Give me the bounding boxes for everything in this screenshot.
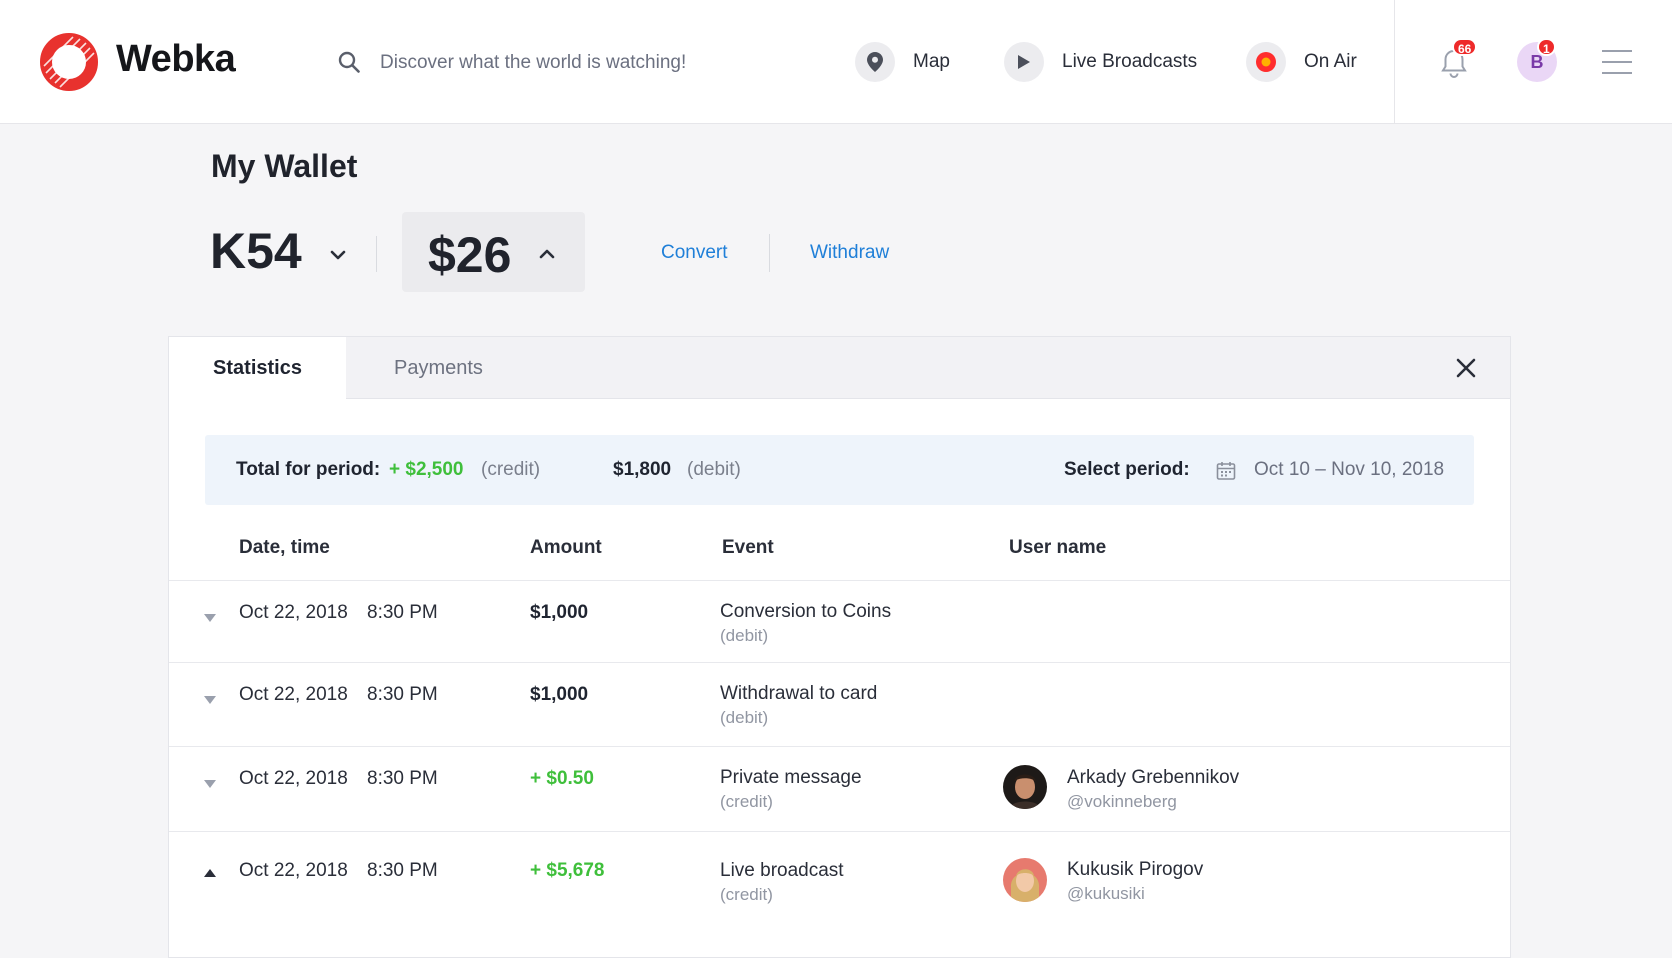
row-event-type: (credit) (720, 885, 773, 904)
column-header-user: User name (1009, 537, 1107, 558)
close-icon[interactable] (1455, 357, 1477, 379)
user-photo-avatar[interactable] (1003, 858, 1047, 902)
row-date: Oct 22, 2018 (239, 602, 348, 623)
row-event: Conversion to Coins (720, 601, 892, 622)
expand-down-icon[interactable] (203, 613, 217, 623)
row-time: 8:30 PM (367, 860, 438, 881)
row-date: Oct 22, 2018 (239, 684, 348, 705)
search-icon (338, 51, 360, 73)
total-debit-amount: $1,800 (613, 459, 672, 480)
table-row[interactable]: Oct 22, 2018 8:30 PM $1,000 Conversion t… (169, 580, 1510, 663)
page-title: My Wallet (211, 148, 358, 184)
expand-down-icon[interactable] (203, 695, 217, 705)
tab-statistics[interactable]: Statistics (169, 337, 346, 399)
row-event: Withdrawal to card (720, 683, 878, 704)
row-date: Oct 22, 2018 (239, 860, 348, 881)
statistics-panel: Statistics Payments Total for period: + … (168, 336, 1511, 958)
on-air-icon (1246, 42, 1286, 82)
row-user-name[interactable]: Arkady Grebennikov (1067, 767, 1239, 789)
chevron-up-icon[interactable] (537, 244, 557, 264)
nav-map-label: Map (913, 51, 950, 72)
nav-on-air[interactable]: On Air (1246, 42, 1357, 82)
calendar-icon[interactable] (1216, 461, 1236, 481)
map-pin-icon (855, 42, 895, 82)
row-time: 8:30 PM (367, 684, 438, 705)
tab-payments[interactable]: Payments (394, 337, 483, 399)
user-photo-avatar[interactable] (1003, 765, 1047, 809)
hamburger-menu-icon[interactable] (1602, 50, 1632, 74)
header-divider (1394, 0, 1395, 123)
row-amount: $1,000 (530, 602, 589, 623)
top-header: Webka Map Live Broadcasts On Air 66 B 1 (0, 0, 1672, 124)
row-amount: $1,000 (530, 684, 589, 705)
column-header-date: Date, time (239, 537, 330, 558)
nav-on-air-label: On Air (1304, 51, 1357, 72)
coins-balance: K54 (210, 223, 302, 279)
column-header-event: Event (722, 537, 774, 558)
row-user-handle[interactable]: @vokinneberg (1067, 792, 1177, 812)
notifications-badge: 66 (1452, 38, 1478, 56)
row-event: Private message (720, 767, 862, 788)
table-row[interactable]: Oct 22, 2018 8:30 PM + $5,678 Live broad… (169, 831, 1510, 958)
expand-down-icon[interactable] (203, 779, 217, 789)
brand-name[interactable]: Webka (116, 38, 236, 81)
row-amount: + $0.50 (530, 768, 594, 789)
webka-logo-icon[interactable] (40, 33, 98, 91)
usd-balance: $26 (428, 227, 512, 283)
row-event: Live broadcast (720, 860, 844, 881)
total-credit-tag: (credit) (481, 459, 541, 480)
period-summary: Total for period: + $2,500 (credit) $1,8… (205, 435, 1474, 505)
total-debit-tag: (debit) (687, 459, 741, 480)
chevron-down-icon[interactable] (328, 245, 348, 265)
total-label: Total for period: (236, 459, 381, 480)
row-user-name[interactable]: Kukusik Pirogov (1067, 859, 1203, 881)
actions-divider (769, 234, 770, 272)
table-row[interactable]: Oct 22, 2018 8:30 PM $1,000 Withdrawal t… (169, 662, 1510, 747)
row-user-handle[interactable]: @kukusiki (1067, 884, 1145, 904)
row-date: Oct 22, 2018 (239, 768, 348, 789)
usd-balance-box[interactable]: $26 (402, 212, 585, 292)
tab-bar: Statistics Payments (169, 337, 1510, 399)
row-event-type: (debit) (720, 626, 769, 645)
row-time: 8:30 PM (367, 768, 438, 789)
collapse-up-icon[interactable] (203, 868, 217, 878)
convert-button[interactable]: Convert (661, 242, 728, 264)
play-icon (1004, 42, 1044, 82)
avatar-badge: 1 (1537, 38, 1556, 56)
table-row[interactable]: Oct 22, 2018 8:30 PM + $0.50 Private mes… (169, 746, 1510, 832)
nav-map[interactable]: Map (855, 42, 950, 82)
total-credit-amount: + $2,500 (389, 459, 464, 480)
row-amount: + $5,678 (530, 860, 605, 881)
balance-divider (376, 236, 377, 272)
period-value[interactable]: Oct 10 – Nov 10, 2018 (1254, 459, 1444, 481)
nav-live-broadcasts[interactable]: Live Broadcasts (1004, 42, 1197, 82)
select-period-label: Select period: (1064, 459, 1190, 480)
search-input[interactable] (378, 44, 802, 82)
row-event-type: (debit) (720, 708, 769, 727)
row-event-type: (credit) (720, 792, 773, 811)
row-time: 8:30 PM (367, 602, 438, 623)
nav-live-broadcasts-label: Live Broadcasts (1062, 51, 1198, 72)
withdraw-button[interactable]: Withdraw (810, 242, 889, 264)
column-header-amount: Amount (530, 537, 602, 558)
